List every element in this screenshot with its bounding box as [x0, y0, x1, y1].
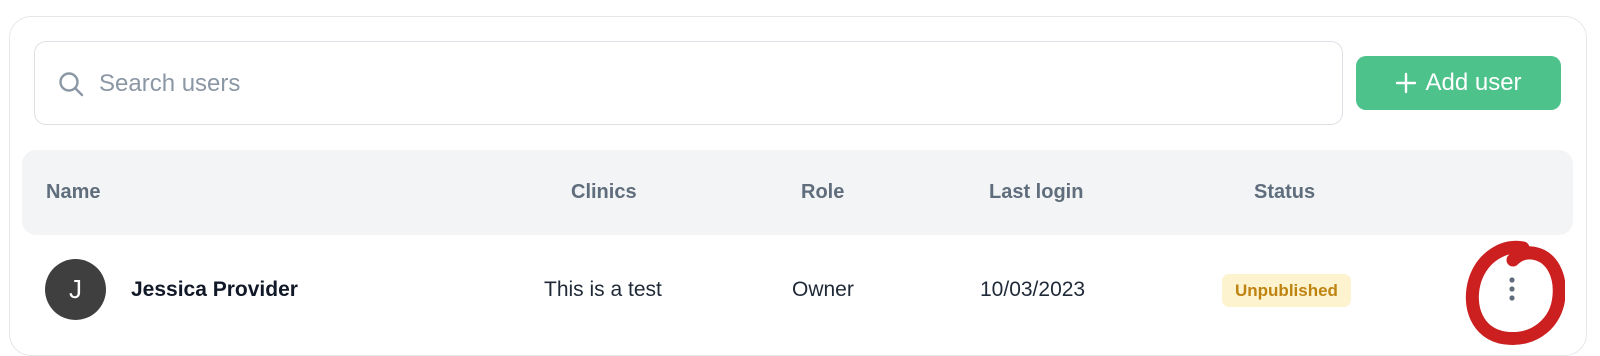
search-box[interactable] [34, 41, 1343, 125]
row-actions-button[interactable] [1494, 271, 1530, 307]
column-header-status[interactable]: Status [1254, 150, 1315, 235]
search-icon [59, 72, 84, 97]
column-header-clinics[interactable]: Clinics [571, 150, 637, 235]
plus-icon [1396, 72, 1417, 94]
table-header: Name Clinics Role Last login Status [22, 150, 1573, 235]
add-user-label: Add user [1425, 69, 1522, 96]
user-last-login: 10/03/2023 [980, 278, 1086, 301]
column-header-last-login[interactable]: Last login [989, 150, 1083, 235]
avatar: J [45, 259, 106, 320]
status-badge: Unpublished [1222, 274, 1351, 307]
table-row[interactable]: J Jessica Provider This is a test Owner … [22, 240, 1573, 340]
column-header-role[interactable]: Role [801, 150, 844, 235]
more-vertical-icon [1509, 277, 1515, 301]
user-clinics: This is a test [544, 278, 662, 301]
user-name[interactable]: Jessica Provider [131, 240, 298, 340]
user-role: Owner [792, 278, 854, 301]
column-header-name[interactable]: Name [46, 150, 100, 235]
search-input[interactable] [97, 62, 1301, 106]
add-user-button[interactable]: Add user [1356, 56, 1561, 110]
